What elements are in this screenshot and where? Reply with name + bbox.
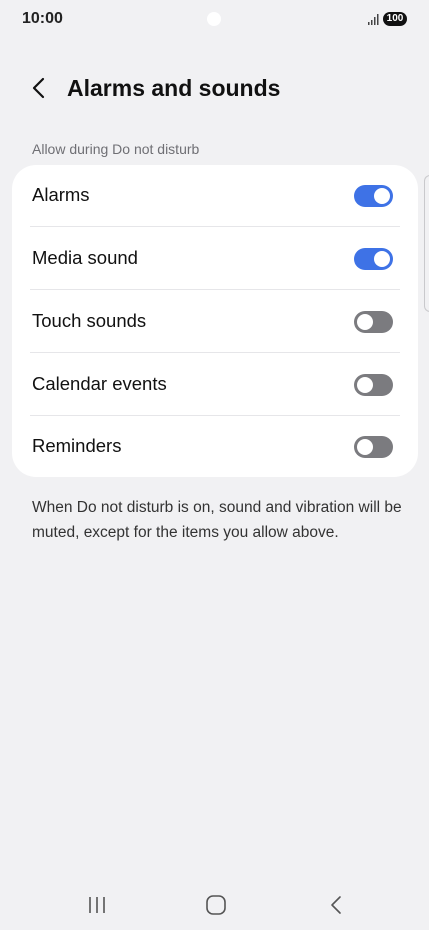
home-icon[interactable] xyxy=(203,893,229,917)
header: Alarms and sounds xyxy=(0,68,429,108)
calendar-events-toggle[interactable] xyxy=(354,374,393,396)
recents-icon[interactable] xyxy=(84,893,110,917)
divider xyxy=(30,226,400,227)
divider xyxy=(30,352,400,353)
status-bar: 10:00 100 xyxy=(0,0,429,40)
navigation-bar xyxy=(0,885,429,925)
status-time: 10:00 xyxy=(22,10,63,27)
toggle-knob xyxy=(357,314,373,330)
alarms-toggle[interactable] xyxy=(354,185,393,207)
setting-row-touch-sounds[interactable]: Touch sounds xyxy=(12,291,418,353)
setting-label: Calendar events xyxy=(32,373,167,394)
touch-sounds-toggle[interactable] xyxy=(354,311,393,333)
toggle-knob xyxy=(374,251,390,267)
settings-card: Alarms Media sound Touch sounds Calendar… xyxy=(12,165,418,477)
setting-label: Reminders xyxy=(32,435,122,456)
section-label: Allow during Do not disturb xyxy=(32,141,200,157)
scroll-handle[interactable] xyxy=(424,175,429,312)
chevron-left-icon[interactable] xyxy=(26,74,54,102)
page-title: Alarms and sounds xyxy=(67,75,281,101)
setting-label: Alarms xyxy=(32,184,90,205)
setting-label: Touch sounds xyxy=(32,310,147,331)
setting-row-media-sound[interactable]: Media sound xyxy=(12,228,418,290)
footer-note: When Do not disturb is on, sound and vib… xyxy=(32,499,402,541)
media-sound-toggle[interactable] xyxy=(354,248,393,270)
setting-row-alarms[interactable]: Alarms xyxy=(12,165,418,227)
camera-cutout xyxy=(207,12,221,26)
toggle-knob xyxy=(357,439,373,455)
back-icon[interactable] xyxy=(323,893,349,917)
toggle-knob xyxy=(374,188,390,204)
setting-row-reminders[interactable]: Reminders xyxy=(12,416,418,478)
divider xyxy=(30,289,400,290)
battery-indicator: 100 xyxy=(383,12,407,26)
setting-row-calendar-events[interactable]: Calendar events xyxy=(12,354,418,416)
reminders-toggle[interactable] xyxy=(354,436,393,458)
signal-bars-icon xyxy=(368,14,379,25)
setting-label: Media sound xyxy=(32,247,138,268)
toggle-knob xyxy=(357,377,373,393)
